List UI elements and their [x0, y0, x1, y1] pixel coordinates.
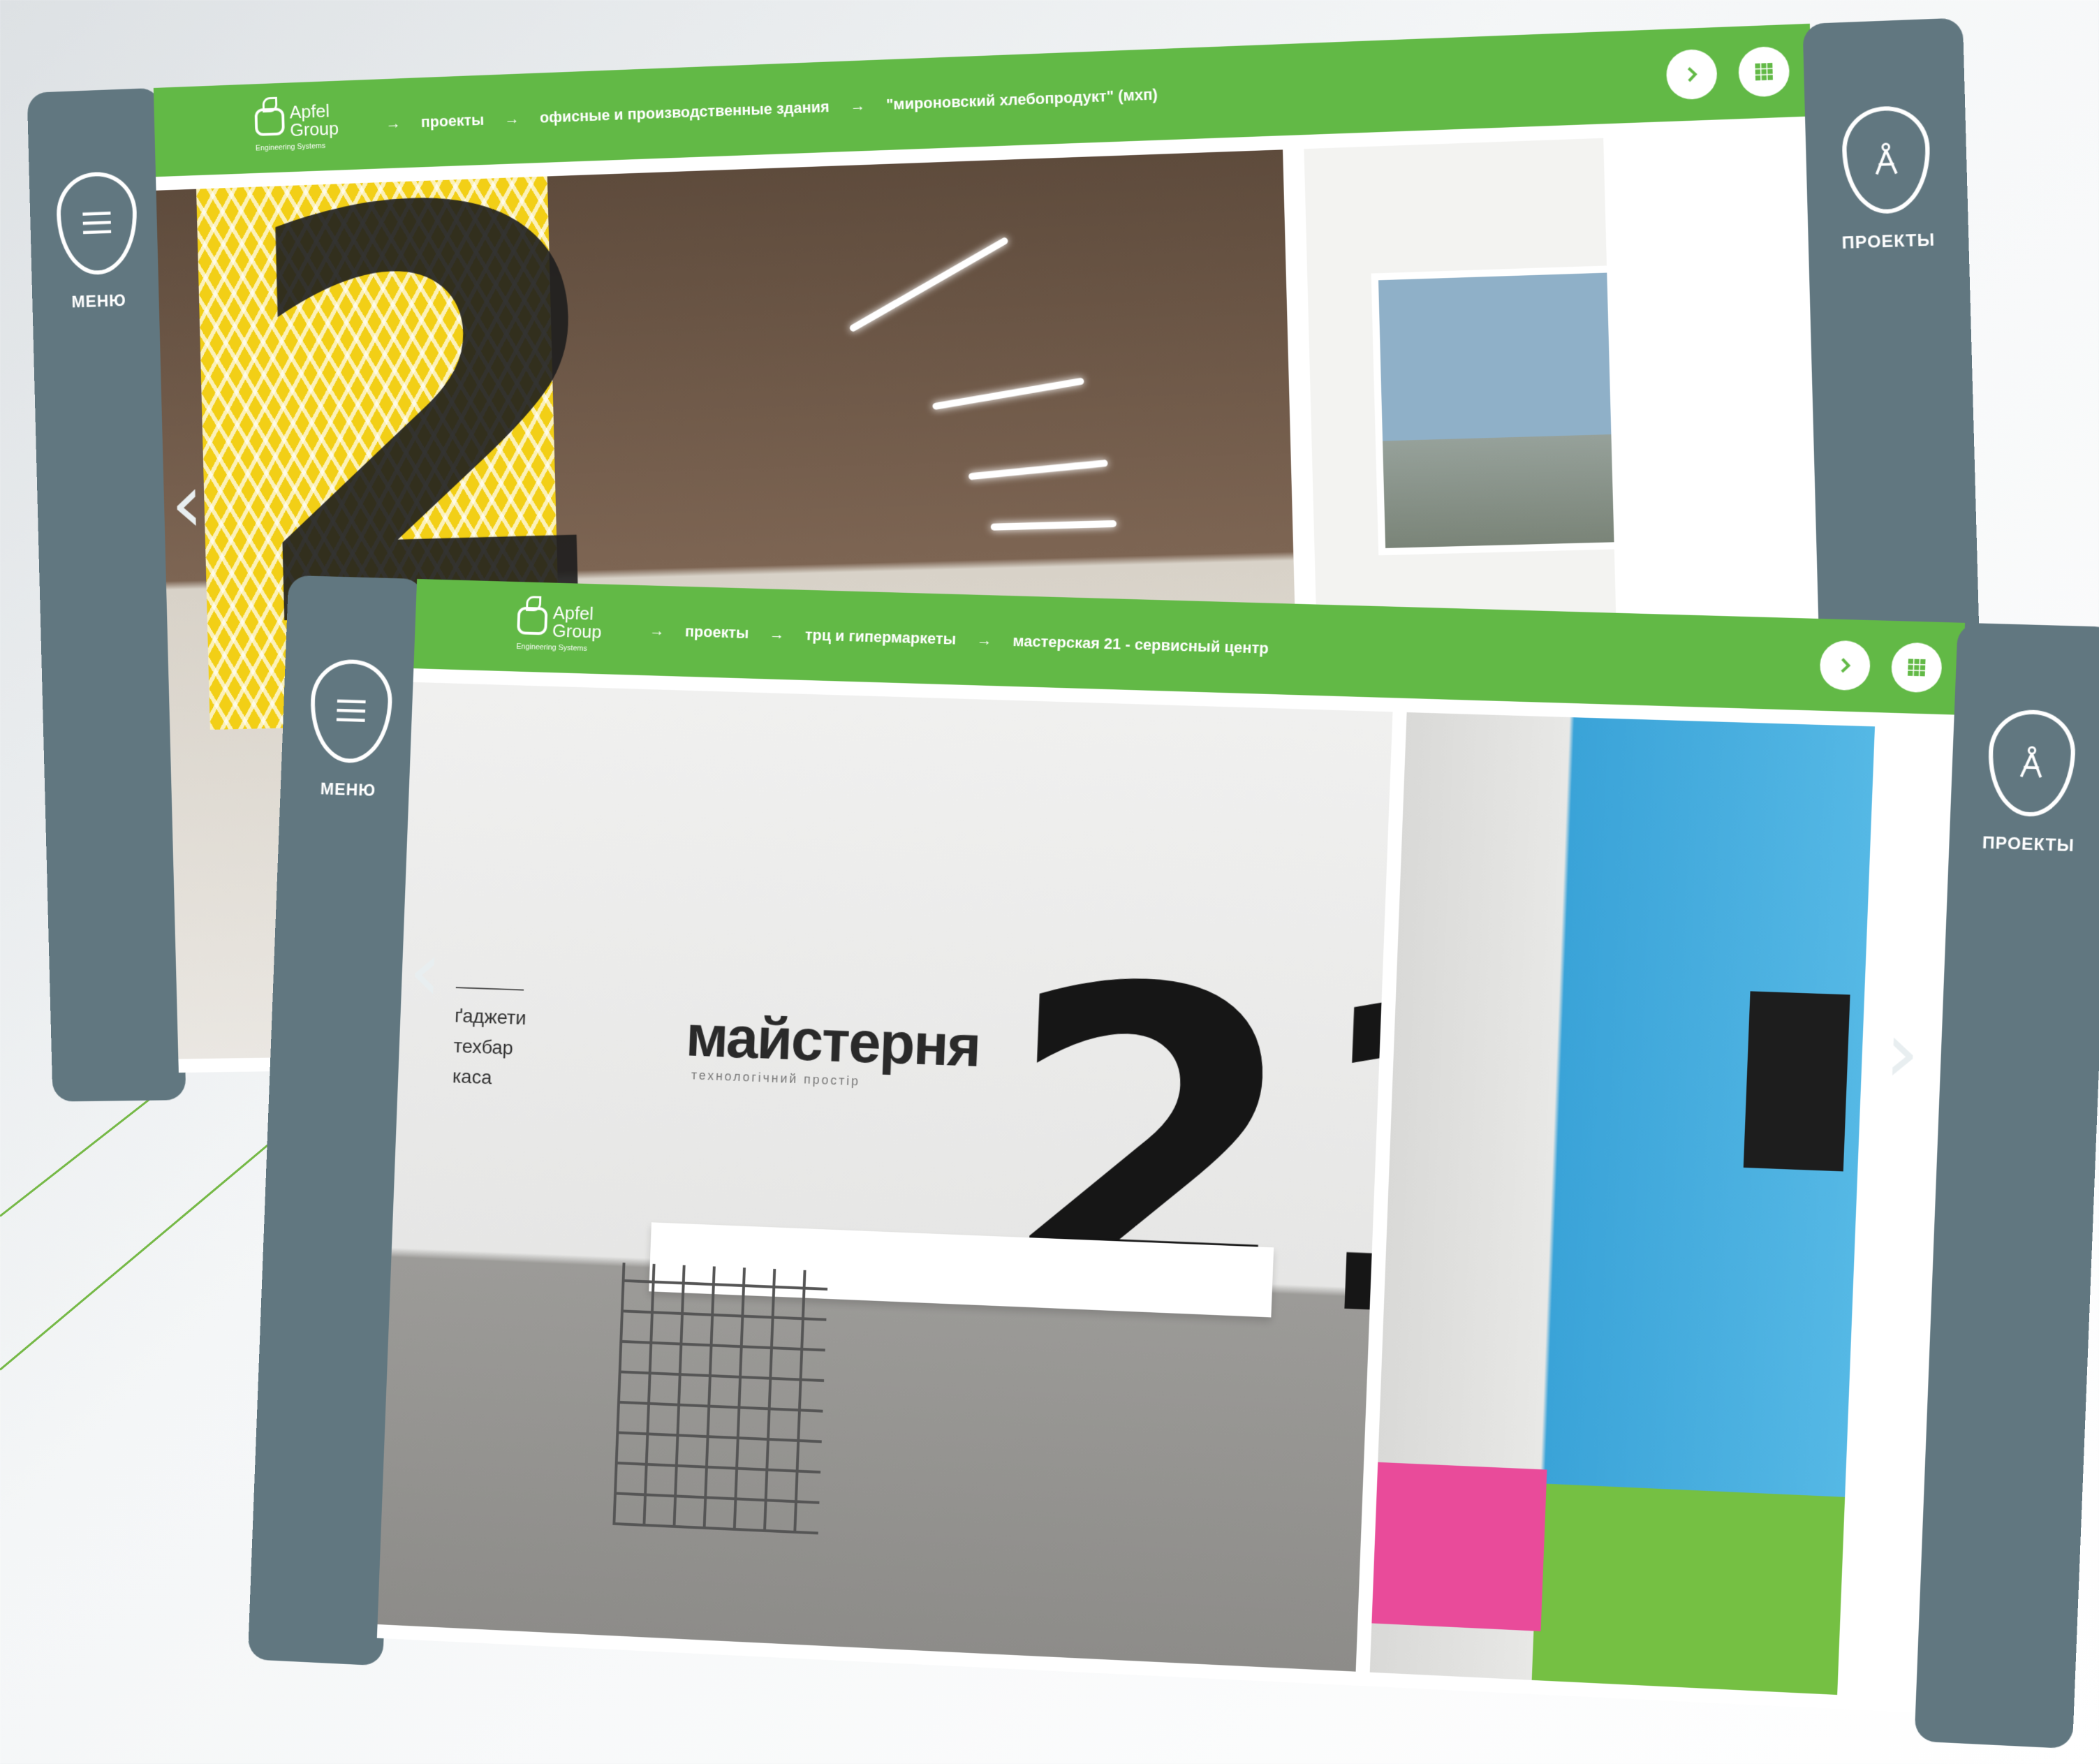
window: [1371, 265, 1622, 555]
logo-name-line2: Group: [290, 119, 339, 139]
breadcrumb-item[interactable]: проекты: [685, 622, 749, 642]
breadcrumb-item[interactable]: трц и гипермаркеты: [804, 626, 956, 648]
breadcrumb: → проекты → трц и гипермаркеты → мастерс…: [628, 621, 1820, 674]
wall-list-item: техбар: [453, 1031, 526, 1064]
wall-list-item: каса: [452, 1061, 524, 1094]
apple-logo-icon: [255, 108, 285, 136]
breadcrumb: → проекты → офисные и производственные з…: [365, 66, 1667, 133]
grid-icon: [1752, 60, 1776, 84]
logo-name-line2: Group: [552, 622, 603, 641]
breadcrumb-item[interactable]: "мироновский хлебопродукт" (мхп): [886, 85, 1158, 114]
chevron-right-icon: [1680, 63, 1704, 87]
ceiling-light: [991, 520, 1117, 531]
projects-label[interactable]: ПРОЕКТЫ: [1982, 833, 2075, 856]
breadcrumb-arrow: →: [385, 114, 401, 132]
breadcrumb-arrow: →: [504, 110, 520, 128]
next-button[interactable]: [1666, 49, 1718, 101]
logo-tagline: Engineering Systems: [256, 141, 339, 152]
breadcrumb-item[interactable]: офисные и производственные здания: [540, 98, 830, 126]
logo-tagline: Engineering Systems: [516, 642, 601, 653]
next-button[interactable]: [1819, 640, 1871, 691]
compass-icon[interactable]: [1841, 105, 1931, 215]
slider-prev-arrow[interactable]: ‹: [407, 930, 443, 1014]
ceiling-light: [969, 460, 1108, 480]
breadcrumb-item[interactable]: проекты: [421, 111, 485, 131]
gallery-photo-store: ґаджети техбар каса майстерня технологіч…: [378, 682, 1393, 1672]
breadcrumb-arrow: →: [976, 631, 992, 650]
apple-logo-icon: [517, 607, 547, 635]
breadcrumb-item[interactable]: мастерская 21 - сервисный центр: [1012, 632, 1269, 658]
wall-list-item: ґаджети: [454, 1001, 526, 1034]
slider-next-arrow[interactable]: ›: [1883, 1010, 1921, 1096]
logo[interactable]: Apfel Group Engineering Systems: [254, 101, 339, 152]
store-sign: майстерня: [685, 1002, 981, 1080]
breadcrumb-arrow: →: [649, 622, 665, 640]
logo[interactable]: Apfel Group Engineering Systems: [516, 603, 603, 654]
chevron-right-icon: [1833, 654, 1857, 677]
grid-view-button[interactable]: [1738, 46, 1790, 98]
menu-label[interactable]: МЕНЮ: [320, 780, 376, 801]
screenshot-front: МЕНЮ Apfel Group Engineering Systems → п…: [247, 534, 2099, 1763]
store-number: 21: [991, 930, 1393, 1388]
compass-icon[interactable]: [1987, 709, 2077, 818]
pink-floor: [1371, 1462, 1547, 1631]
gallery: ґаджети техбар каса майстерня технологіч…: [377, 668, 1961, 1713]
wall-rule: [456, 987, 524, 990]
projects-label[interactable]: ПРОЕКТЫ: [1841, 230, 1935, 253]
menu-icon[interactable]: [309, 659, 394, 764]
menu-label[interactable]: МЕНЮ: [71, 291, 126, 312]
ceiling-light: [932, 377, 1084, 410]
gallery-photo-mural: [1370, 712, 1875, 1695]
ceiling-light: [848, 236, 1009, 332]
wall-screen: [1744, 991, 1850, 1171]
mural-grass: [1532, 1483, 1845, 1695]
menu-icon[interactable]: [56, 170, 138, 276]
wall-list: ґаджети техбар каса: [452, 1001, 526, 1094]
slider-prev-arrow[interactable]: ‹: [170, 463, 204, 546]
wire-cage: [612, 1263, 828, 1534]
grid-icon: [1905, 656, 1929, 679]
grid-view-button[interactable]: [1890, 642, 1943, 693]
breadcrumb-arrow: →: [769, 625, 785, 643]
breadcrumb-arrow: →: [850, 96, 865, 115]
